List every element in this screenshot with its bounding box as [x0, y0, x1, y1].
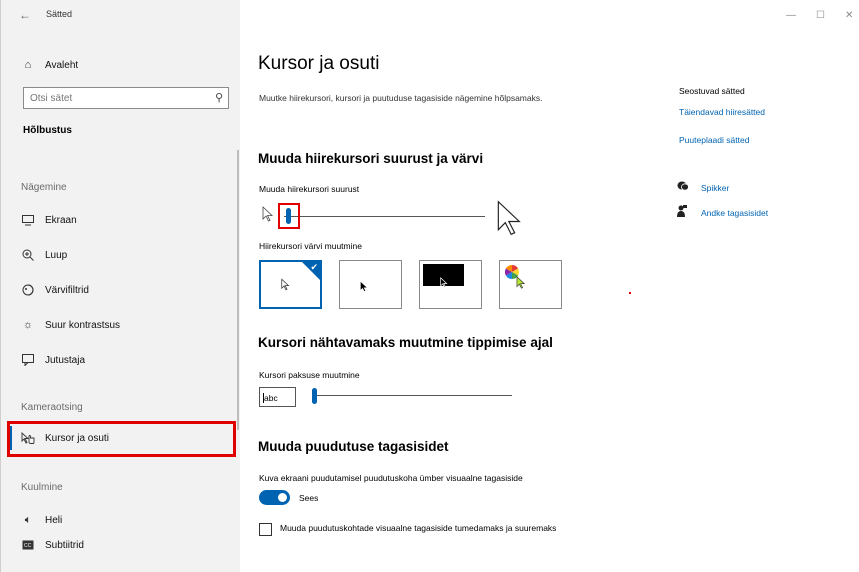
- home-icon: ⌂: [24, 59, 32, 71]
- search-input[interactable]: Otsi sätet ⚲: [23, 87, 229, 109]
- touch-feedback-label: Kuva ekraani puudutamisel puudutuskoha ü…: [259, 473, 523, 483]
- search-placeholder: Otsi sätet: [30, 93, 73, 104]
- help-link[interactable]: Spikker: [677, 181, 729, 195]
- pointer-size-label: Muuda hiirekursori suurust: [259, 184, 360, 194]
- annotation-dot: [629, 292, 631, 294]
- narrator-icon: [21, 353, 35, 367]
- cursor-thickness-label: Kursori paksuse muutmine: [259, 370, 360, 380]
- monitor-icon: [21, 213, 35, 227]
- page-title: Kursor ja osuti: [258, 53, 380, 74]
- help-label: Spikker: [701, 183, 730, 193]
- sidebar-item-captions[interactable]: CC Subtiitrid: [21, 535, 84, 555]
- custom-cursor-icon: [516, 276, 526, 292]
- group-label-hearing: Kuulmine: [21, 482, 63, 493]
- magnifier-icon: [21, 248, 35, 262]
- link-additional-mouse-settings[interactable]: Täiendavad hiiresätted: [679, 107, 765, 117]
- feedback-link[interactable]: Andke tagasisidet: [677, 205, 768, 220]
- toggle-state-label: Sees: [299, 493, 319, 503]
- annotation-slider-highlight: [278, 203, 300, 229]
- sidebar-item-label: Jutustaja: [45, 354, 86, 366]
- color-option-custom[interactable]: [499, 260, 562, 309]
- pointer-size-track[interactable]: [284, 216, 485, 217]
- sidebar-item-audio[interactable]: 🔈︎ Heli: [21, 510, 63, 530]
- sidebar-item-label: Luup: [45, 249, 68, 261]
- cursor-thickness-track[interactable]: [312, 395, 512, 396]
- window-title: Sätted: [46, 9, 73, 19]
- section-heading: Hõlbustus: [23, 125, 72, 136]
- white-cursor-icon: [281, 278, 290, 294]
- group-label-interaction: Kameraotsing: [21, 402, 83, 413]
- pointer-color-label: Hiirekursori värvi muutmine: [259, 241, 362, 251]
- speaker-icon: 🔈︎: [24, 513, 32, 526]
- color-option-white[interactable]: ✔: [259, 260, 322, 309]
- sidebar-item-label: Heli: [45, 514, 63, 526]
- contrast-icon: ☼: [22, 319, 34, 331]
- sidebar-item-label: Suur kontrastsus: [45, 319, 121, 331]
- sidebar-item-label: Värvifiltrid: [45, 284, 89, 296]
- color-filter-icon: [21, 283, 35, 297]
- checkmark-icon: ✔: [310, 262, 318, 272]
- link-touchpad-settings[interactable]: Puuteplaadi sätted: [679, 135, 749, 145]
- color-option-inverted[interactable]: [419, 260, 482, 309]
- feedback-icon: [677, 205, 689, 220]
- preview-text: abc: [263, 393, 278, 403]
- back-icon[interactable]: ←: [19, 8, 31, 22]
- sidebar-item-label: Avaleht: [45, 59, 79, 71]
- touch-feedback-toggle[interactable]: [259, 490, 290, 505]
- sidebar-scrollbar[interactable]: [237, 150, 239, 430]
- cursor-thickness-slider-thumb[interactable]: [312, 388, 317, 404]
- search-icon: ⚲: [214, 92, 223, 104]
- black-cursor-icon: [360, 280, 368, 295]
- sidebar-item-label: Subtiitrid: [45, 539, 84, 551]
- sidebar: ← Sätted ⌂ Avaleht Otsi sätet ⚲ Hõlbustu…: [0, 0, 240, 572]
- feedback-label: Andke tagasisidet: [701, 207, 769, 218]
- sidebar-item-color-filters[interactable]: Värvifiltrid: [21, 280, 89, 300]
- help-chat-icon: [677, 181, 689, 195]
- captions-icon: CC: [21, 538, 35, 552]
- page-description: Muutke hiirekursori, kursori ja puutudus…: [259, 93, 543, 103]
- sidebar-item-home[interactable]: ⌂ Avaleht: [21, 55, 79, 75]
- small-cursor-icon: [262, 206, 274, 225]
- touch-section-title: Muuda puudutuse tagasisidet: [258, 439, 449, 454]
- large-cursor-icon: [496, 199, 524, 240]
- toggle-knob: [278, 493, 287, 502]
- color-option-black[interactable]: [339, 260, 402, 309]
- group-label-vision: Nägemine: [21, 182, 67, 193]
- darker-feedback-label: Muuda puudutuskohtade visuaalne tagasisi…: [280, 523, 557, 533]
- svg-text:CC: CC: [24, 543, 32, 549]
- pointer-section-title: Muuda hiirekursori suurust ja värvi: [258, 151, 484, 166]
- annotation-highlight-box: [7, 421, 236, 457]
- related-settings-title: Seostuvad sätted: [679, 86, 745, 96]
- inverted-cursor-icon: [440, 276, 448, 291]
- cursor-section-title: Kursori nähtavamaks muutmine tippimise a…: [258, 335, 553, 350]
- sidebar-item-magnifier[interactable]: Luup: [21, 245, 67, 265]
- darker-feedback-checkbox[interactable]: [259, 523, 272, 536]
- sidebar-item-narrator[interactable]: Jutustaja: [21, 350, 85, 370]
- sidebar-item-high-contrast[interactable]: ☼ Suur kontrastsus: [21, 315, 120, 335]
- sidebar-item-display[interactable]: Ekraan: [21, 210, 77, 230]
- sidebar-item-label: Ekraan: [45, 214, 77, 226]
- cursor-thickness-preview: abc: [259, 387, 296, 407]
